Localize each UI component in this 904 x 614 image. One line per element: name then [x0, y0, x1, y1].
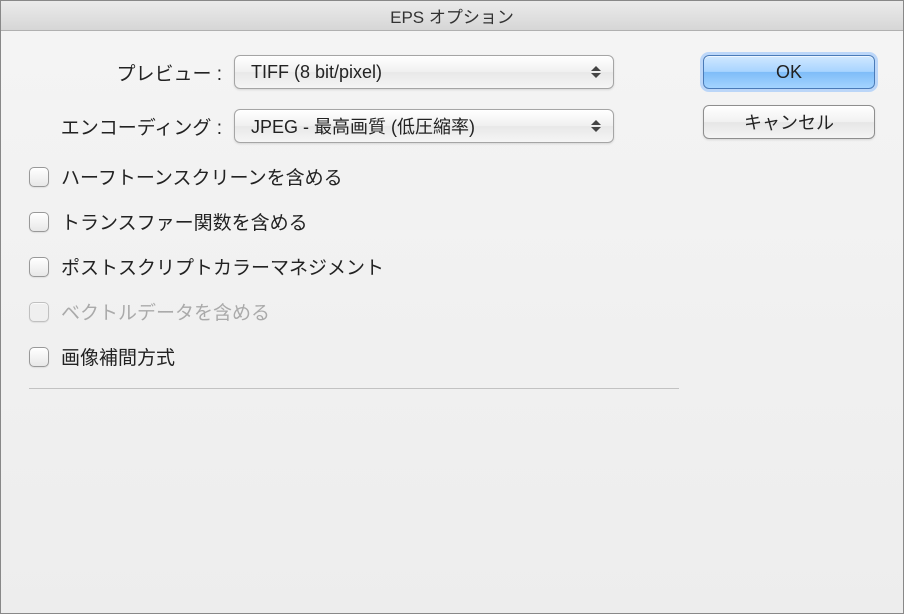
- checkbox-postscript-row[interactable]: ポストスクリプトカラーマネジメント: [29, 253, 679, 280]
- encoding-label: エンコーディング :: [29, 113, 234, 140]
- updown-arrows-icon: [589, 116, 603, 136]
- checkbox-transfer[interactable]: [29, 212, 49, 232]
- left-column: プレビュー : TIFF (8 bit/pixel) エンコーディング : JP…: [29, 55, 679, 389]
- dialog-content: プレビュー : TIFF (8 bit/pixel) エンコーディング : JP…: [1, 31, 903, 613]
- checkbox-interpolation[interactable]: [29, 347, 49, 367]
- checkbox-halftone-row[interactable]: ハーフトーンスクリーンを含める: [29, 163, 679, 190]
- checkbox-halftone-label: ハーフトーンスクリーンを含める: [61, 163, 343, 190]
- cancel-button-label: キャンセル: [744, 109, 834, 135]
- checkbox-postscript[interactable]: [29, 257, 49, 277]
- preview-select[interactable]: TIFF (8 bit/pixel): [234, 55, 614, 89]
- preview-label: プレビュー :: [29, 59, 234, 86]
- checkbox-interpolation-label: 画像補間方式: [61, 343, 175, 370]
- ok-button-label: OK: [776, 62, 802, 83]
- checkbox-transfer-label: トランスファー関数を含める: [61, 208, 308, 235]
- window-title: EPS オプション: [390, 3, 514, 28]
- right-column: OK キャンセル: [703, 55, 875, 389]
- checkbox-vector-label: ベクトルデータを含める: [61, 298, 270, 325]
- updown-arrows-icon: [589, 62, 603, 82]
- preview-row: プレビュー : TIFF (8 bit/pixel): [29, 55, 679, 89]
- cancel-button[interactable]: キャンセル: [703, 105, 875, 139]
- preview-select-value: TIFF (8 bit/pixel): [251, 62, 382, 83]
- encoding-row: エンコーディング : JPEG - 最高画質 (低圧縮率): [29, 109, 679, 143]
- checkbox-postscript-label: ポストスクリプトカラーマネジメント: [61, 253, 384, 280]
- encoding-select[interactable]: JPEG - 最高画質 (低圧縮率): [234, 109, 614, 143]
- dialog-window: EPS オプション プレビュー : TIFF (8 bit/pixel) エンコ…: [0, 0, 904, 614]
- checkbox-interpolation-row[interactable]: 画像補間方式: [29, 343, 679, 370]
- ok-button[interactable]: OK: [703, 55, 875, 89]
- divider: [29, 388, 679, 389]
- checkbox-list: ハーフトーンスクリーンを含める トランスファー関数を含める ポストスクリプトカラ…: [29, 163, 679, 370]
- checkbox-transfer-row[interactable]: トランスファー関数を含める: [29, 208, 679, 235]
- checkbox-vector-row: ベクトルデータを含める: [29, 298, 679, 325]
- checkbox-halftone[interactable]: [29, 167, 49, 187]
- checkbox-vector: [29, 302, 49, 322]
- encoding-select-value: JPEG - 最高画質 (低圧縮率): [251, 113, 475, 139]
- titlebar: EPS オプション: [1, 1, 903, 31]
